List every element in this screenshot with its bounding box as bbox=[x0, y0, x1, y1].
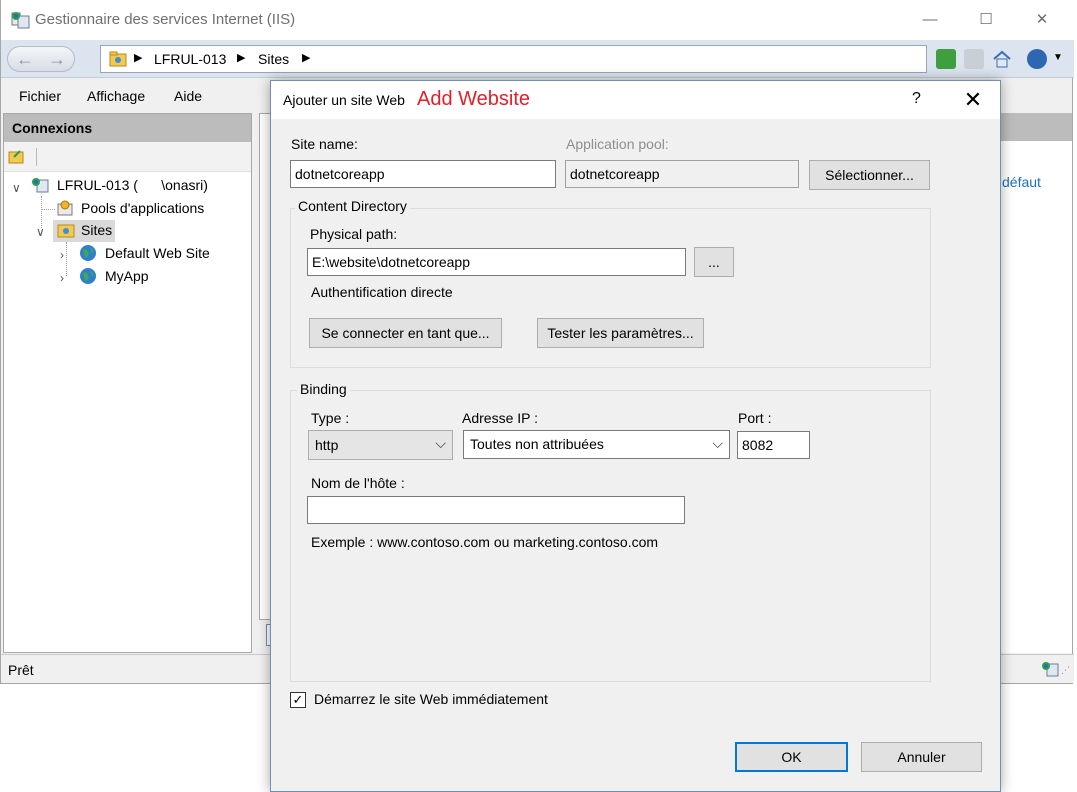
dialog-title-accent: Add Website bbox=[417, 88, 531, 110]
host-example-text: Exemple : www.contoso.com ou marketing.c… bbox=[311, 534, 659, 550]
status-text: Prêt bbox=[8, 662, 34, 678]
back-arrow-icon[interactable]: ← bbox=[10, 49, 40, 69]
select-app-pool-button[interactable]: Sélectionner... bbox=[809, 160, 930, 190]
back-forward-group: ← → bbox=[7, 46, 75, 72]
expand-chevron-icon[interactable]: › bbox=[60, 248, 64, 262]
site-name-label: Site name: bbox=[291, 136, 358, 152]
host-name-label: Nom de l'hôte : bbox=[311, 475, 405, 491]
app-pool-field: dotnetcoreapp bbox=[565, 160, 799, 188]
breadcrumb-sites[interactable]: Sites bbox=[258, 51, 289, 67]
ok-button[interactable]: OK bbox=[735, 742, 848, 772]
breadcrumb-separator-icon: ▶ bbox=[237, 52, 246, 64]
globe-icon bbox=[79, 267, 97, 285]
binding-type-select[interactable]: http ⌵ bbox=[308, 430, 453, 460]
expand-chevron-icon[interactable]: › bbox=[60, 271, 64, 285]
dialog-title-bar: Ajouter un site Web Add Website ? ✕ bbox=[271, 81, 1000, 119]
cancel-button[interactable]: Annuler bbox=[861, 742, 982, 772]
start-site-label[interactable]: Démarrez le site Web immédiatement bbox=[314, 691, 548, 707]
tree-item-sites[interactable]: Sites bbox=[81, 222, 112, 238]
refresh-icon[interactable] bbox=[936, 49, 956, 69]
breadcrumb-separator-icon: ▶ bbox=[302, 52, 311, 64]
menu-view[interactable]: Affichage bbox=[87, 88, 145, 104]
iis-app-icon bbox=[11, 10, 31, 30]
address-bar[interactable]: ▶ LFRUL-013 ▶ Sites ▶ bbox=[100, 45, 927, 73]
actions-link[interactable]: défaut bbox=[1002, 174, 1041, 190]
content-directory-title: Content Directory bbox=[295, 198, 410, 214]
connections-title: Connexions bbox=[12, 120, 93, 136]
forward-arrow-icon[interactable]: → bbox=[42, 49, 72, 69]
server-status-icon bbox=[1041, 661, 1059, 677]
authentication-label: Authentification directe bbox=[311, 284, 453, 300]
physical-path-label: Physical path: bbox=[310, 226, 398, 242]
tree-item-myapp[interactable]: MyApp bbox=[105, 268, 149, 284]
globe-icon bbox=[79, 244, 97, 262]
actions-panel bbox=[1001, 141, 1072, 653]
binding-type-value: http bbox=[315, 437, 339, 453]
connections-panel: Connexions ∨ LFRUL-013 ( \onasri) Pools … bbox=[3, 113, 252, 653]
connections-toolbar bbox=[4, 142, 251, 172]
app-pool-label: Application pool: bbox=[566, 136, 669, 152]
binding-title: Binding bbox=[297, 381, 350, 397]
connections-header: Connexions bbox=[4, 114, 251, 142]
chevron-down-icon: ⌵ bbox=[712, 435, 723, 451]
ip-address-value: Toutes non attribuées bbox=[470, 436, 604, 452]
chevron-down-icon: ⌵ bbox=[435, 435, 446, 451]
home-icon[interactable] bbox=[992, 49, 1012, 69]
breadcrumb-server[interactable]: LFRUL-013 bbox=[154, 51, 226, 67]
ip-address-label: Adresse IP : bbox=[462, 410, 539, 426]
dialog-close-button[interactable]: ✕ bbox=[961, 87, 985, 113]
start-site-checkbox[interactable]: ✓ bbox=[290, 692, 306, 708]
help-dropdown-icon[interactable]: ▼ bbox=[1053, 52, 1063, 63]
test-settings-button[interactable]: Tester les paramètres... bbox=[537, 318, 704, 348]
physical-path-input[interactable]: E:\website\dotnetcoreapp bbox=[307, 248, 686, 276]
port-input[interactable]: 8082 bbox=[737, 431, 810, 459]
dialog-help-button[interactable]: ? bbox=[912, 90, 921, 108]
site-name-input[interactable]: dotnetcoreapp bbox=[290, 160, 556, 188]
stop-icon[interactable] bbox=[964, 49, 984, 69]
add-website-dialog: Ajouter un site Web Add Website ? ✕ Site… bbox=[270, 80, 1001, 792]
title-bar: Gestionnaire des services Internet (IIS)… bbox=[1, 0, 1074, 40]
tree-connector bbox=[41, 209, 55, 210]
ip-address-select[interactable]: Toutes non attribuées ⌵ bbox=[463, 430, 730, 459]
minimize-button[interactable]: — bbox=[907, 8, 953, 32]
browse-path-button[interactable]: ... bbox=[694, 247, 734, 277]
navigation-bar: ← → ▶ LFRUL-013 ▶ Sites ▶ ▼ bbox=[1, 40, 1074, 78]
maximize-button[interactable]: ☐ bbox=[963, 8, 1009, 32]
resize-grip-icon[interactable]: ⋰ bbox=[1061, 665, 1070, 676]
menu-file[interactable]: Fichier bbox=[19, 88, 61, 104]
toolbar-divider bbox=[36, 148, 37, 166]
help-icon[interactable] bbox=[1027, 49, 1047, 69]
actions-header bbox=[1001, 113, 1072, 141]
connect-as-button[interactable]: Se connecter en tant que... bbox=[309, 318, 502, 348]
connect-icon[interactable] bbox=[8, 148, 26, 164]
collapse-chevron-icon[interactable]: ∨ bbox=[36, 225, 45, 239]
breadcrumb-separator-icon: ▶ bbox=[134, 52, 143, 64]
app-pool-icon bbox=[56, 199, 74, 217]
folder-icon bbox=[109, 51, 127, 67]
tree-item-default-web-site[interactable]: Default Web Site bbox=[105, 245, 210, 261]
port-label: Port : bbox=[738, 410, 772, 426]
server-icon bbox=[31, 177, 49, 193]
type-label: Type : bbox=[311, 410, 350, 426]
window-title: Gestionnaire des services Internet (IIS) bbox=[35, 11, 296, 28]
tree-connector bbox=[66, 242, 67, 276]
tree-item-app-pools[interactable]: Pools d'applications bbox=[81, 200, 204, 216]
collapse-chevron-icon[interactable]: ∨ bbox=[12, 181, 21, 195]
close-window-button[interactable]: ✕ bbox=[1019, 8, 1065, 32]
menu-help[interactable]: Aide bbox=[174, 88, 202, 104]
tree-connector bbox=[41, 196, 42, 228]
sites-folder-icon bbox=[57, 222, 75, 238]
host-name-input[interactable] bbox=[307, 496, 685, 524]
tree-item-server[interactable]: LFRUL-013 ( \onasri) bbox=[57, 177, 208, 193]
dialog-title: Ajouter un site Web bbox=[283, 92, 405, 108]
